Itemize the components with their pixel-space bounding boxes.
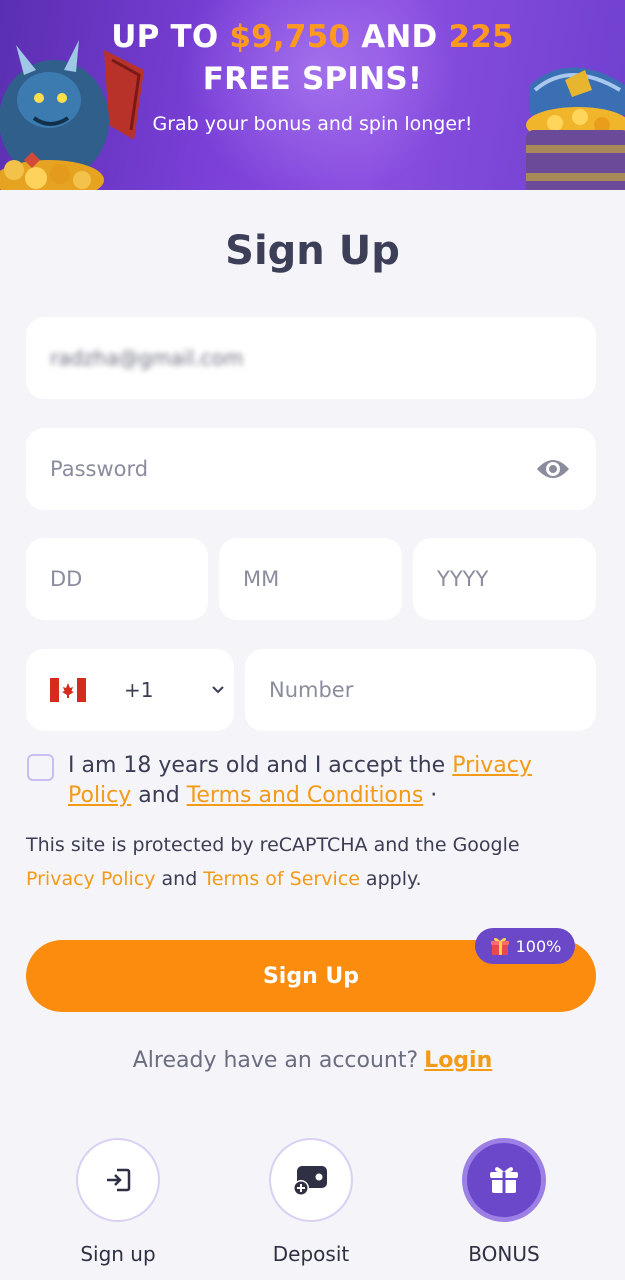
dob-year-container — [413, 538, 596, 620]
consent-text-before: I am 18 years old and I accept the — [68, 753, 453, 778]
google-terms-link[interactable]: Terms of Service — [203, 868, 360, 890]
banner-subtitle: Grab your bonus and spin longer! — [152, 113, 473, 135]
gift-icon — [490, 1167, 518, 1193]
banner-title-prefix: UP TO — [111, 19, 230, 55]
banner-spins-count: 225 — [448, 19, 514, 55]
recaptcha-text-after: apply. — [359, 868, 422, 890]
google-privacy-link[interactable]: Privacy Policy — [26, 868, 155, 890]
eye-icon[interactable] — [536, 454, 570, 484]
page-title: Sign Up — [225, 228, 400, 274]
recaptcha-text-before: This site is protected by reCAPTCHA and … — [26, 834, 520, 856]
dial-code: +1 — [124, 678, 154, 702]
bonus-badge-text: 100% — [515, 936, 562, 956]
already-account-row: Already have an account? Login — [0, 1048, 625, 1073]
email-field[interactable]: radzha@gmail.com — [26, 317, 596, 399]
canada-flag-icon — [50, 678, 86, 702]
country-code-select[interactable]: +1 — [26, 649, 234, 731]
banner-amount: $9,750 — [229, 19, 351, 55]
nav-deposit-circle — [269, 1138, 353, 1222]
dob-year-input[interactable] — [413, 538, 596, 620]
nav-sign-up-circle — [76, 1138, 160, 1222]
already-account-text: Already have an account? — [132, 1048, 419, 1073]
recaptcha-text-mid: and — [155, 868, 204, 890]
consent-text-mid: and — [131, 783, 187, 808]
nav-sign-up-label: Sign up — [80, 1242, 156, 1266]
dob-day-container — [26, 538, 208, 620]
password-field-container — [26, 428, 596, 510]
email-value: radzha@gmail.com — [50, 346, 244, 370]
banner-title-line2: FREE SPINS! — [202, 61, 423, 97]
nav-sign-up[interactable]: Sign up — [47, 1138, 187, 1268]
consent-text: I am 18 years old and I accept the Priva… — [68, 751, 568, 811]
nav-bonus-label: BONUS — [468, 1242, 540, 1266]
dob-day-input[interactable] — [26, 538, 208, 620]
consent-text-after: · — [423, 783, 438, 808]
promo-banner[interactable]: UP TO $9,750 AND 225 FREE SPINS! Grab yo… — [0, 0, 625, 190]
banner-headline: UP TO $9,750 AND 225 FREE SPINS! — [0, 16, 625, 100]
chevron-down-icon — [212, 686, 224, 694]
gift-icon — [490, 937, 509, 955]
nav-deposit-label: Deposit — [272, 1242, 350, 1266]
password-input[interactable] — [26, 428, 596, 510]
terms-conditions-link[interactable]: Terms and Conditions — [187, 783, 424, 808]
nav-deposit[interactable]: Deposit — [240, 1138, 380, 1268]
dob-month-input[interactable] — [219, 538, 402, 620]
dob-month-container — [219, 538, 402, 620]
phone-number-container — [245, 649, 596, 731]
banner-title-mid: AND — [350, 19, 449, 55]
deposit-wallet-icon — [293, 1166, 327, 1196]
phone-number-input[interactable] — [245, 649, 596, 731]
recaptcha-notice: This site is protected by reCAPTCHA and … — [26, 828, 586, 896]
sign-in-icon — [107, 1168, 131, 1192]
nav-bonus-circle — [462, 1138, 546, 1222]
bonus-badge: 100% — [475, 928, 575, 964]
nav-bonus[interactable]: BONUS — [433, 1138, 573, 1268]
login-link[interactable]: Login — [424, 1048, 492, 1073]
age-consent-checkbox[interactable] — [27, 754, 54, 781]
